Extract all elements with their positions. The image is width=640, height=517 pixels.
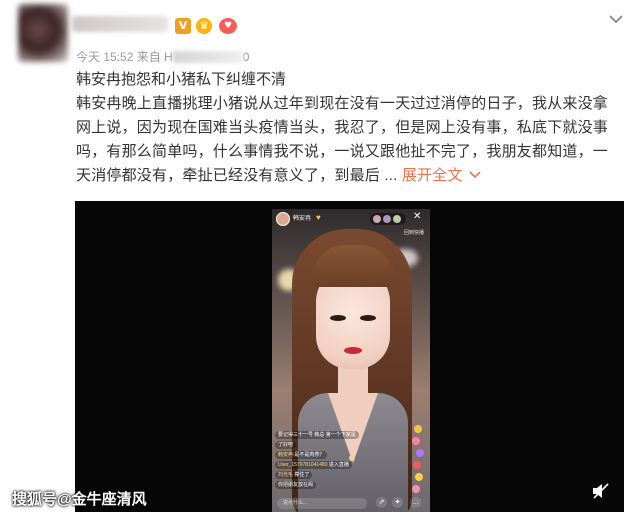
crown-icon: ♛ bbox=[196, 18, 212, 34]
post-header: V ♛ ♥ 今天 15:52 来自 H 0 bbox=[0, 0, 640, 70]
chat-message: 要记得三十一号 韩总 第一个下家是 bbox=[275, 431, 359, 439]
viewer-avatar bbox=[393, 215, 401, 223]
right-eye bbox=[360, 315, 376, 321]
post-content: 韩安冉晚上直播挑理小猪说从过年到现在没有一天过过消停的日子，我从来没拿网上说，因… bbox=[76, 92, 616, 188]
floating-hearts bbox=[410, 425, 426, 495]
chat-message: 刘光毛 撑住了 bbox=[275, 471, 313, 479]
comment-input[interactable]: 说点什么... bbox=[277, 498, 367, 509]
heart-icon bbox=[414, 425, 422, 433]
expand-full-text-link[interactable]: 展开全文 bbox=[402, 167, 463, 184]
post-time-source: 今天 15:52 来自 H bbox=[76, 50, 173, 64]
post-title: 韩安冉抱怨和小猪私下纠缠不清 bbox=[76, 71, 287, 88]
heart-icon bbox=[415, 473, 423, 481]
heart-icon bbox=[412, 485, 420, 493]
viewer-avatar bbox=[373, 215, 381, 223]
left-eye bbox=[330, 315, 346, 321]
host-avatar[interactable] bbox=[276, 212, 290, 226]
chat-message: 你把朋友放在阁 bbox=[275, 481, 317, 489]
expand-chevron-icon[interactable] bbox=[469, 170, 481, 180]
watermark: 搜狐号@金牛座清风 bbox=[12, 491, 147, 508]
video-player[interactable]: 韩安冉 ♥ ✕ 回到快播 要记得三十一号 韩总 第一个下家是 了好吧 韩安冉:是… bbox=[75, 201, 624, 512]
heart-icon bbox=[416, 449, 424, 457]
verified-v-icon: V bbox=[175, 18, 191, 34]
heart-icon bbox=[413, 461, 421, 469]
gift-icon[interactable]: ✦ bbox=[392, 497, 403, 508]
chat-message: 韩安冉:是不是肉燕？ bbox=[275, 451, 328, 459]
host-name: 韩安冉 bbox=[293, 216, 312, 222]
viewer-avatar bbox=[383, 215, 391, 223]
post-body: 韩安冉抱怨和小猪私下纠缠不清 韩安冉晚上直播挑理小猪说从过年到现在没有一天过过消… bbox=[76, 68, 616, 188]
viewer-avatars[interactable] bbox=[370, 213, 406, 225]
mute-speaker-icon[interactable] bbox=[591, 482, 611, 500]
avatar[interactable] bbox=[18, 4, 68, 62]
chat-message: User_1579781041480 进入直播 bbox=[275, 461, 352, 469]
source-suffix: 0 bbox=[242, 50, 250, 64]
more-icon[interactable]: … bbox=[410, 497, 421, 508]
lips bbox=[344, 347, 362, 354]
live-bottom-bar: 说点什么... ⇗ ✦ … bbox=[272, 494, 430, 512]
share-icon[interactable]: ⇗ bbox=[376, 497, 387, 508]
chevron-down-icon[interactable] bbox=[607, 10, 625, 28]
live-top-bar: 韩安冉 ♥ ✕ 回到快播 bbox=[272, 209, 430, 236]
live-chat: 要记得三十一号 韩总 第一个下家是 了好吧 韩安冉:是不是肉燕？ User_15… bbox=[275, 431, 395, 491]
source-blurred bbox=[172, 51, 243, 63]
heart-badge-icon: ♥ bbox=[219, 18, 237, 34]
post-text: 韩安冉晚上直播挑理小猪说从过年到现在没有一天过过消停的日子，我从来没拿网上说，因… bbox=[76, 95, 609, 184]
live-stream-frame: 韩安冉 ♥ ✕ 回到快播 要记得三十一号 韩总 第一个下家是 了好吧 韩安冉:是… bbox=[272, 209, 430, 512]
follow-heart-icon[interactable]: ♥ bbox=[316, 213, 321, 222]
username-blurred[interactable] bbox=[72, 16, 168, 32]
chat-message: 了好吧 bbox=[275, 441, 297, 449]
post-meta: 今天 15:52 来自 H 0 bbox=[76, 48, 249, 65]
close-live-icon[interactable]: ✕ bbox=[413, 211, 421, 223]
heart-icon bbox=[412, 437, 420, 445]
live-sub-info: 回到快播 bbox=[403, 230, 424, 236]
